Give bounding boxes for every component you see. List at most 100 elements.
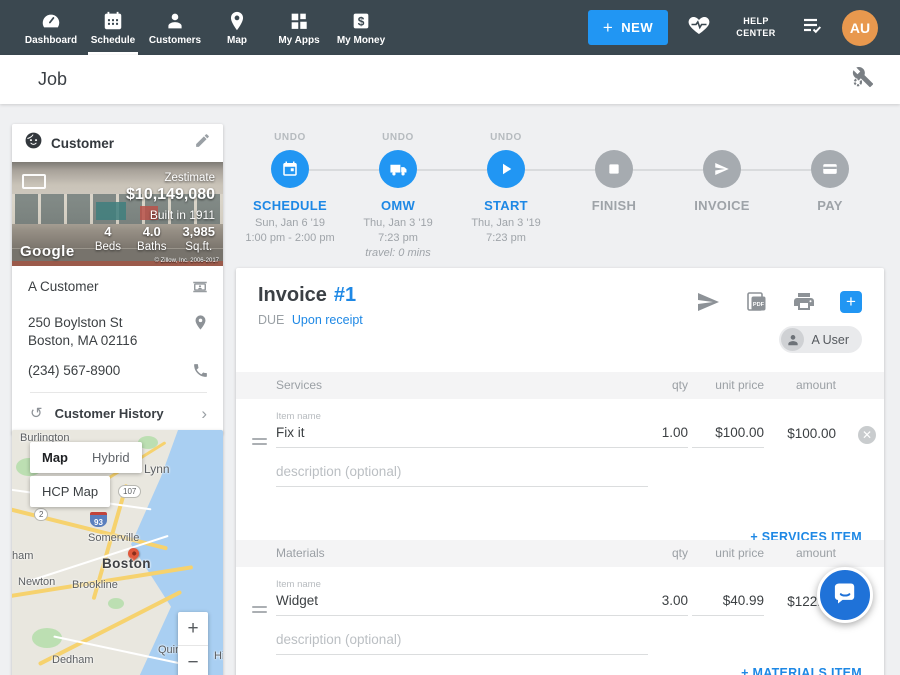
user-silhouette-icon — [781, 328, 804, 351]
schedule-step-icon[interactable] — [271, 150, 309, 188]
truck-step-icon[interactable] — [379, 150, 417, 188]
phone-icon[interactable] — [192, 362, 209, 384]
invoice-title-row: Invoice #1 — [258, 284, 356, 307]
customer-phone: (234) 567-8900 — [28, 362, 120, 380]
new-button[interactable]: + NEW — [588, 10, 668, 45]
photo-copyright: © Zillow, Inc. 2006-2017 — [155, 258, 219, 264]
customer-history-link[interactable]: ↺ Customer History › — [28, 393, 209, 434]
map-zoom-control: + − — [178, 612, 208, 675]
drag-handle[interactable] — [252, 438, 267, 448]
chat-messenger-button[interactable] — [817, 567, 873, 623]
invoice-toolbar: PDF + — [696, 290, 862, 314]
step-label[interactable]: START — [452, 198, 560, 213]
step-details: Sun, Jan 6 '19 1:00 pm - 2:00 pm — [236, 216, 344, 246]
undo-schedule-button[interactable]: UNDO — [236, 132, 344, 143]
send-step-icon[interactable] — [703, 150, 741, 188]
customer-address-row: 250 Boylston St Boston, MA 02116 — [28, 314, 209, 349]
map-park — [108, 598, 124, 609]
map-label-boston: Boston — [102, 556, 151, 571]
services-header-bar: Services qty unit price amount — [236, 372, 884, 399]
invoice-number[interactable]: #1 — [334, 284, 356, 307]
map-panel[interactable]: Burlington Lynn 107 2 93 Somerville ham … — [12, 430, 223, 675]
pdf-icon[interactable]: PDF — [744, 290, 768, 314]
step-label[interactable]: INVOICE — [668, 198, 776, 213]
pipeline-step-omw: UNDO OMW Thu, Jan 3 '19 7:23 pm travel: … — [344, 128, 452, 268]
edit-pencil-icon[interactable] — [194, 132, 211, 154]
nav-item-dashboard[interactable]: Dashboard — [20, 0, 82, 55]
service-description-input[interactable] — [276, 464, 648, 487]
street-view-icon[interactable] — [22, 174, 46, 189]
step-details: Thu, Jan 3 '19 7:23 pm travel: 0 mins — [344, 216, 452, 261]
stop-step-icon[interactable] — [595, 150, 633, 188]
map-label-waltham: ham — [12, 550, 33, 562]
nav-label: Customers — [149, 35, 201, 46]
customer-card-header: Customer — [12, 124, 223, 162]
i93-shield: 93 — [90, 512, 107, 527]
nav-item-my-money[interactable]: $ My Money — [330, 0, 392, 55]
unit-price-column-header: unit price — [715, 378, 764, 392]
nav-item-schedule[interactable]: Schedule — [82, 0, 144, 55]
map-pin-icon — [226, 10, 248, 32]
item-name-label: Item name — [276, 579, 321, 590]
card-step-icon[interactable] — [811, 150, 849, 188]
assigned-user-pill[interactable]: A User — [779, 326, 862, 353]
map-label-hingham: Hi — [214, 650, 223, 662]
nav-item-customers[interactable]: Customers — [144, 0, 206, 55]
material-qty-input[interactable] — [626, 593, 688, 616]
play-step-icon[interactable] — [487, 150, 525, 188]
property-photo[interactable]: Zestimate $10,149,080 Built in 1911 4 Be… — [12, 162, 223, 266]
material-description-input[interactable] — [276, 632, 648, 655]
heart-pulse-icon[interactable] — [686, 13, 712, 42]
print-icon[interactable] — [792, 290, 816, 314]
location-pin-icon[interactable] — [192, 314, 209, 336]
nav-item-map[interactable]: Map — [206, 0, 268, 55]
service-item-name-input[interactable] — [276, 425, 648, 448]
customer-card-title: Customer — [51, 136, 114, 151]
chat-bubble-icon — [831, 579, 859, 612]
job-tools-icon[interactable] — [852, 66, 874, 93]
nav-label: My Money — [337, 35, 385, 46]
help-center-link[interactable]: HELP CENTER — [730, 16, 782, 39]
undo-omw-button[interactable]: UNDO — [344, 132, 452, 143]
map-type-hybrid-button[interactable]: Hybrid — [80, 442, 142, 473]
zoom-in-button[interactable]: + — [178, 612, 208, 645]
google-watermark: Google — [20, 243, 75, 260]
material-unit-price-input[interactable] — [692, 593, 764, 616]
drag-handle[interactable] — [252, 606, 267, 616]
plus-icon: + — [603, 18, 613, 38]
service-qty-input[interactable] — [626, 425, 688, 448]
pipeline-step-pay: PAY — [776, 128, 884, 268]
invoice-title: Invoice — [258, 284, 327, 307]
add-materials-item-link[interactable]: + MATERIALS ITEM — [741, 666, 862, 675]
assigned-user-name: A User — [811, 333, 849, 347]
nav-item-my-apps[interactable]: My Apps — [268, 0, 330, 55]
page-bar: Job — [0, 55, 900, 104]
money-icon: $ — [350, 10, 372, 32]
service-unit-price-input[interactable] — [692, 425, 764, 448]
map-type-control: Map Hybrid — [30, 442, 142, 473]
due-value-link[interactable]: Upon receipt — [292, 313, 363, 327]
add-invoice-button[interactable]: + — [840, 291, 862, 313]
map-label-somerville: Somerville — [88, 532, 139, 544]
map-type-map-button[interactable]: Map — [30, 442, 80, 473]
step-label[interactable]: OMW — [344, 198, 452, 213]
top-nav: Dashboard Schedule Customers Map — [0, 0, 900, 55]
materials-header-bar: Materials qty unit price amount — [236, 540, 884, 567]
material-item-name-input[interactable] — [276, 593, 648, 616]
undo-start-button[interactable]: UNDO — [452, 132, 560, 143]
customer-name-row: A Customer — [28, 278, 209, 301]
nav-right: + NEW HELP CENTER AU — [588, 0, 900, 55]
sqft-stat: 3,985 Sq.ft. — [182, 224, 215, 253]
contact-card-icon[interactable] — [191, 278, 209, 301]
step-label[interactable]: PAY — [776, 198, 884, 213]
step-label[interactable]: FINISH — [560, 198, 668, 213]
customer-face-icon — [24, 131, 43, 155]
task-list-icon[interactable] — [800, 13, 824, 42]
send-invoice-icon[interactable] — [696, 290, 720, 314]
remove-service-item-button[interactable]: ✕ — [858, 426, 876, 444]
customer-phone-row: (234) 567-8900 — [28, 362, 209, 384]
zoom-out-button[interactable]: − — [178, 646, 208, 675]
hcp-map-button[interactable]: HCP Map — [30, 476, 110, 507]
step-label[interactable]: SCHEDULE — [236, 198, 344, 213]
user-avatar[interactable]: AU — [842, 10, 878, 46]
